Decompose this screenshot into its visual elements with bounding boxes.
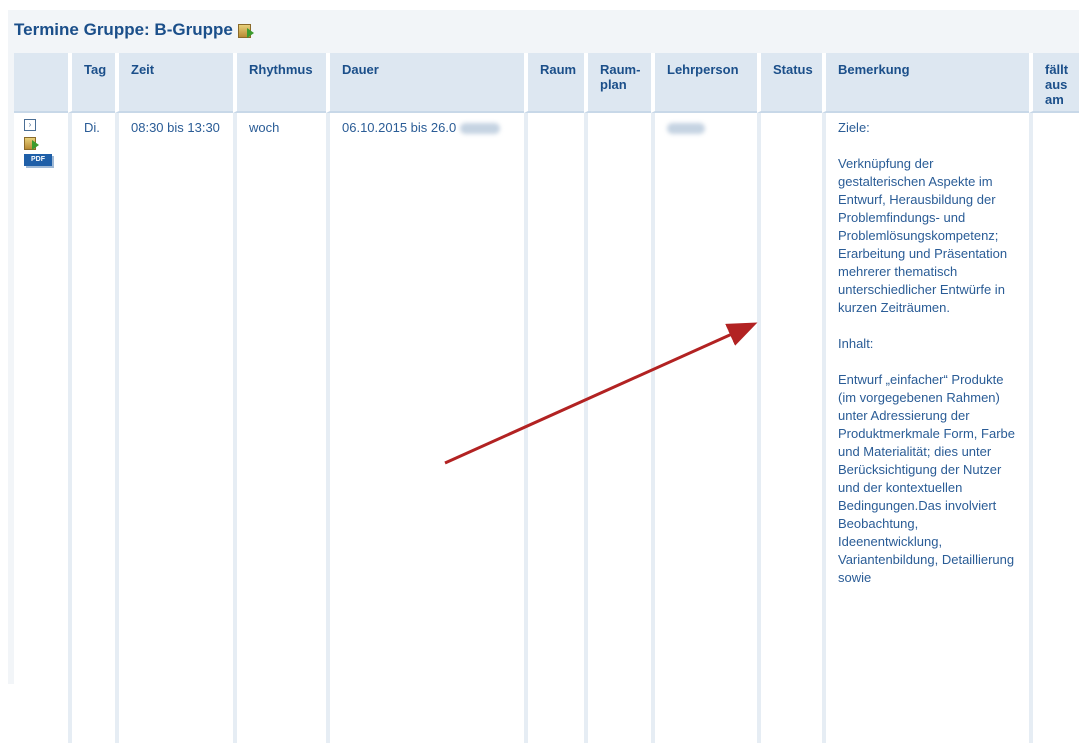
appointments-table: Tag Zeit Rhythmus Dauer Raum Raum- plan … [14, 53, 1079, 743]
cell-tag: Di. [68, 113, 115, 743]
col-header-raum: Raum [524, 53, 584, 113]
cell-status [757, 113, 822, 743]
export-icon[interactable] [237, 23, 254, 38]
cell-bemerkung: Ziele: Verknüpfung der gestalterischen A… [822, 113, 1029, 743]
cell-zeit: 08:30 bis 13:30 [115, 113, 233, 743]
remark-paragraph: Ziele: [838, 120, 870, 135]
col-header-rhythmus: Rhythmus [233, 53, 326, 113]
remark-paragraph: Entwurf „einfacher“ Produkte (im vorgege… [838, 372, 1015, 585]
col-header-zeit: Zeit [115, 53, 233, 113]
col-header-lehrperson: Lehrperson [651, 53, 757, 113]
col-header-actions [14, 53, 68, 113]
cell-raumplan [584, 113, 651, 743]
group-title: Termine Gruppe: B-Gruppe [14, 20, 254, 40]
col-header-raumplan: Raum- plan [584, 53, 651, 113]
col-header-dauer: Dauer [326, 53, 524, 113]
cell-faellt-aus [1029, 113, 1079, 743]
group-title-text: Termine Gruppe: B-Gruppe [14, 20, 233, 39]
cell-dauer: 06.10.2015 bis 26.0 [326, 113, 524, 743]
expand-icon[interactable]: › [24, 119, 36, 131]
cell-raum [524, 113, 584, 743]
row-actions-cell: › PDF [14, 113, 68, 743]
pdf-icon[interactable]: PDF [24, 154, 52, 166]
redacted-blur [459, 123, 500, 135]
redacted-blur [667, 123, 705, 135]
col-header-faellt-aus: fällt aus am [1029, 53, 1079, 113]
export-icon[interactable] [24, 136, 39, 150]
cell-rhythmus: woch [233, 113, 326, 743]
table-header-row: Tag Zeit Rhythmus Dauer Raum Raum- plan … [14, 53, 1079, 113]
col-header-status: Status [757, 53, 822, 113]
col-header-tag: Tag [68, 53, 115, 113]
table-row: › PDF Di. 08:30 bis 13:30 woch 06.10.201… [14, 113, 1079, 743]
dauer-text: 06.10.2015 bis 26.0 [342, 120, 457, 135]
cell-lehrperson [651, 113, 757, 743]
remark-paragraph: Verknüpfung der gestalterischen Aspekte … [838, 156, 1008, 315]
remark-paragraph: Inhalt: [838, 336, 874, 351]
col-header-bemerkung: Bemerkung [822, 53, 1029, 113]
